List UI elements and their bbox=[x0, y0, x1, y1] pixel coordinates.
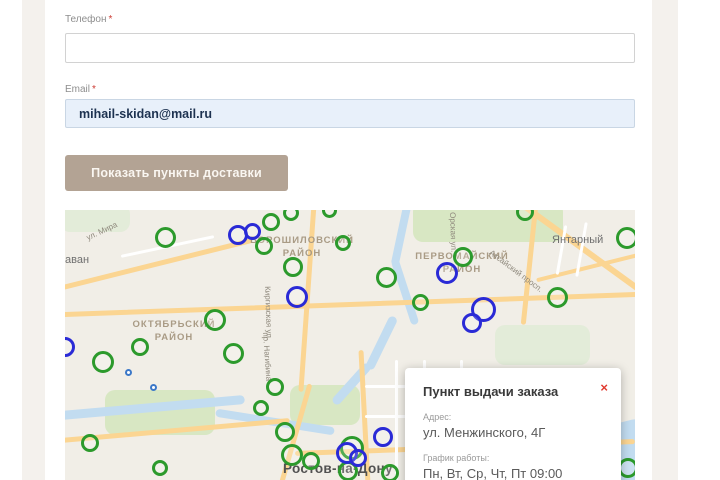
map-marker-green[interactable] bbox=[281, 444, 303, 466]
map-minor-road bbox=[395, 360, 398, 480]
map-marker-green[interactable] bbox=[262, 213, 280, 231]
email-label-text: Email bbox=[65, 84, 91, 95]
map-marker-green[interactable] bbox=[131, 338, 149, 356]
map-river bbox=[364, 314, 399, 372]
map-marker-green[interactable] bbox=[154, 226, 176, 248]
email-field-label: Email * bbox=[65, 84, 96, 95]
phone-label-text: Телефон bbox=[65, 14, 107, 25]
map-marker-blue[interactable] bbox=[243, 222, 261, 240]
address-label: Адрес: bbox=[423, 412, 452, 422]
map-marker-blue[interactable] bbox=[349, 449, 367, 467]
map-marker-green[interactable] bbox=[411, 293, 429, 311]
show-pickup-points-button[interactable]: Показать пункты доставки bbox=[65, 155, 288, 191]
required-asterisk: * bbox=[92, 84, 96, 95]
map-place-label: аван bbox=[65, 254, 90, 266]
email-input[interactable] bbox=[65, 99, 635, 128]
map-place-label: Янтарный bbox=[552, 234, 604, 246]
map-street-label: Орская ул. bbox=[448, 212, 459, 253]
map-marker-green[interactable] bbox=[92, 351, 114, 373]
map-marker-green[interactable] bbox=[546, 286, 568, 308]
map-park-area bbox=[495, 325, 590, 365]
map-marker-green[interactable] bbox=[275, 422, 295, 442]
map-marker-green[interactable] bbox=[253, 400, 269, 416]
delivery-map[interactable]: Ростов-на-Дону ВОРОШИЛОВСКИЙ РАЙОН ПЕРВОМ… bbox=[65, 210, 635, 480]
map-marker-green[interactable] bbox=[283, 210, 299, 221]
map-marker-green[interactable] bbox=[453, 247, 473, 267]
map-marker-green[interactable] bbox=[152, 460, 168, 476]
schedule-label: График работы: bbox=[423, 453, 490, 463]
map-marker-green[interactable] bbox=[81, 434, 99, 452]
map-marker-green[interactable] bbox=[321, 210, 337, 218]
address-value: ул. Менжинского, 4Г bbox=[423, 425, 546, 440]
map-transport-stop-dot bbox=[125, 369, 132, 376]
map-marker-blue[interactable] bbox=[373, 427, 393, 447]
map-marker-blue[interactable] bbox=[462, 313, 482, 333]
map-marker-green[interactable] bbox=[204, 309, 226, 331]
map-marker-green[interactable] bbox=[616, 227, 635, 249]
phone-field-label: Телефон * bbox=[65, 14, 112, 25]
map-marker-green[interactable] bbox=[302, 452, 320, 470]
pickup-popup-title: Пункт выдачи заказа bbox=[423, 384, 559, 399]
map-transport-stop-dot bbox=[150, 384, 157, 391]
required-asterisk: * bbox=[108, 14, 113, 25]
map-marker-blue[interactable] bbox=[286, 286, 308, 308]
close-icon[interactable]: × bbox=[600, 381, 608, 394]
map-marker-green[interactable] bbox=[335, 235, 351, 251]
map-marker-blue[interactable] bbox=[65, 337, 75, 357]
map-marker-green[interactable] bbox=[375, 266, 397, 288]
map-marker-green[interactable] bbox=[222, 342, 244, 364]
schedule-value: Пн, Вт, Ср, Чт, Пт 09:00 bbox=[423, 466, 563, 480]
map-marker-blue[interactable] bbox=[436, 262, 458, 284]
phone-input[interactable] bbox=[65, 33, 635, 63]
map-marker-green[interactable] bbox=[283, 257, 303, 277]
map-marker-green[interactable] bbox=[255, 237, 273, 255]
map-marker-green[interactable] bbox=[266, 378, 284, 396]
map-marker-green[interactable] bbox=[381, 464, 399, 480]
pickup-popup: Пункт выдачи заказа × Адрес: ул. Менжинс… bbox=[405, 368, 621, 480]
